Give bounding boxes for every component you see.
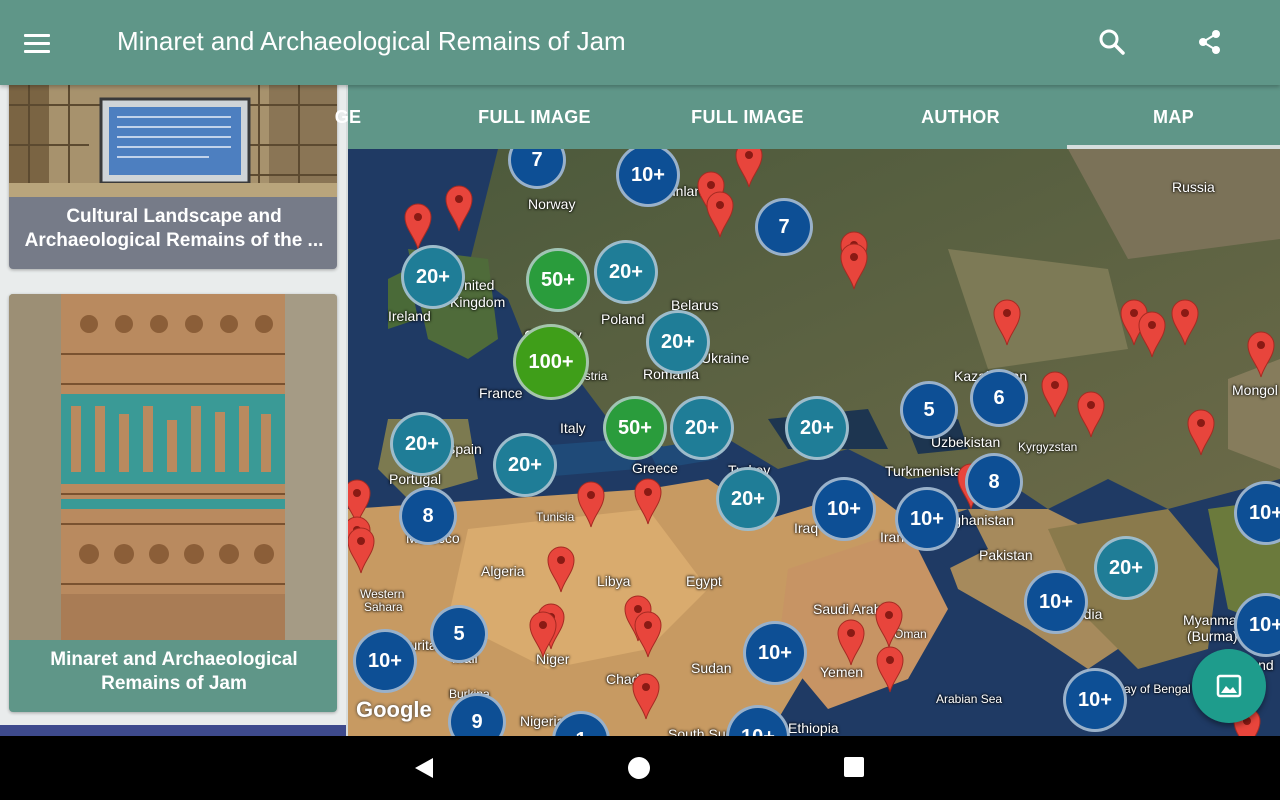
map-label: Algeria	[481, 563, 525, 579]
map-label: Bay of Bengal	[1116, 682, 1191, 696]
map-marker-pin[interactable]	[1076, 389, 1106, 439]
map-label: Kyrgyzstan	[1018, 440, 1078, 454]
map-label: Ireland	[388, 308, 431, 324]
home-circle-icon[interactable]	[627, 756, 651, 780]
map-label: Sahara	[364, 600, 403, 614]
map-cluster[interactable]: 10+	[812, 477, 876, 541]
map-cluster[interactable]: 20+	[716, 467, 780, 531]
map-label: (Burma)	[1187, 628, 1238, 644]
list-bottom-bar	[0, 725, 346, 736]
map-cluster[interactable]: 7	[755, 198, 813, 256]
map-cluster[interactable]: 100+	[513, 324, 589, 400]
map-label: Ethiopia	[788, 720, 839, 736]
map-view[interactable]: Norway Russia United Kingdom Ireland Bel…	[348, 149, 1280, 736]
recents-square-icon[interactable]	[844, 757, 864, 777]
tab-bar: GE FULL IMAGE FULL IMAGE AUTHOR MAP	[335, 85, 1280, 149]
map-cluster[interactable]: 20+	[401, 245, 465, 309]
map-marker-pin[interactable]	[444, 183, 474, 233]
app-window: Minaret and Archaeological Remains of Ja…	[0, 0, 1280, 736]
map-cluster[interactable]: 10+	[1063, 668, 1127, 732]
map-cluster[interactable]: 8	[965, 453, 1023, 511]
map-marker-pin[interactable]	[705, 189, 735, 239]
map-marker-pin[interactable]	[348, 525, 376, 575]
map-cluster[interactable]: 8	[399, 487, 457, 545]
map-label: Pakistan	[979, 547, 1033, 563]
map-cluster[interactable]: 20+	[785, 396, 849, 460]
map-marker-pin[interactable]	[546, 544, 576, 594]
map-cluster[interactable]: 10+	[353, 629, 417, 693]
map-label: Western	[360, 587, 405, 601]
map-label: Italy	[560, 420, 586, 436]
map-label: Libya	[597, 573, 631, 589]
map-cluster[interactable]: 5	[430, 605, 488, 663]
map-marker-pin[interactable]	[839, 241, 869, 291]
map-marker-pin[interactable]	[1040, 369, 1070, 419]
list-item[interactable]: Minaret and Archaeological Remains of Ja…	[9, 294, 337, 712]
map-marker-pin[interactable]	[1186, 407, 1216, 457]
map-cluster[interactable]: 50+	[526, 248, 590, 312]
site-thumbnail	[9, 294, 337, 640]
map-label: Russia	[1172, 179, 1215, 195]
map-cluster[interactable]: 20+	[646, 310, 710, 374]
map-cluster[interactable]: 6	[970, 369, 1028, 427]
map-marker-pin[interactable]	[874, 599, 904, 649]
tab-image[interactable]: GE	[318, 85, 378, 149]
map-label: France	[479, 385, 523, 401]
system-nav-bar	[0, 736, 1280, 800]
map-marker-pin[interactable]	[1246, 329, 1276, 379]
map-marker-pin[interactable]	[1137, 309, 1167, 359]
app-bar: Minaret and Archaeological Remains of Ja…	[0, 0, 1280, 85]
google-attribution-logo: Google	[356, 697, 432, 722]
card-caption: Cultural Landscape and Archaeological Re…	[24, 206, 324, 251]
site-list: Cultural Landscape and Archaeological Re…	[0, 85, 346, 736]
map-label: Egypt	[686, 573, 722, 589]
tab-map[interactable]: MAP	[1067, 85, 1280, 149]
map-label: Norway	[528, 196, 576, 212]
map-label: Myanmar	[1183, 612, 1242, 628]
map-label: Sudan	[691, 660, 732, 676]
map-label: Arabian Sea	[936, 692, 1003, 706]
map-cluster[interactable]: 10+	[743, 621, 807, 685]
site-thumbnail	[9, 85, 337, 197]
map-marker-pin[interactable]	[836, 617, 866, 667]
map-cluster[interactable]: 20+	[594, 240, 658, 304]
map-marker-pin[interactable]	[528, 609, 558, 659]
map-marker-pin[interactable]	[1170, 297, 1200, 347]
map-cluster[interactable]: 20+	[493, 433, 557, 497]
map-marker-pin[interactable]	[633, 609, 663, 659]
tab-full-image-1[interactable]: FULL IMAGE	[428, 85, 641, 149]
map-cluster[interactable]: 50+	[603, 396, 667, 460]
map-cluster[interactable]: 10+	[1024, 570, 1088, 634]
image-fab-button[interactable]	[1192, 649, 1266, 723]
map-label: Uzbekistan	[931, 434, 1001, 450]
map-marker-pin[interactable]	[631, 671, 661, 721]
map-marker-pin[interactable]	[576, 479, 606, 529]
list-item[interactable]: Cultural Landscape and Archaeological Re…	[9, 85, 337, 269]
map-cluster[interactable]: 20+	[390, 412, 454, 476]
map-cluster[interactable]: 20+	[670, 396, 734, 460]
map-label: Mongol	[1232, 382, 1278, 398]
hamburger-menu-icon[interactable]	[24, 24, 74, 62]
map-marker-pin[interactable]	[403, 201, 433, 251]
image-icon	[1216, 674, 1242, 698]
card-caption: Minaret and Archaeological Remains of Ja…	[50, 649, 298, 694]
page-title: Minaret and Archaeological Remains of Ja…	[117, 26, 626, 56]
search-icon[interactable]	[1096, 26, 1128, 58]
share-icon[interactable]	[1194, 26, 1226, 58]
map-marker-pin[interactable]	[633, 476, 663, 526]
map-label: Tunisia	[536, 510, 575, 524]
map-cluster[interactable]: 10+	[895, 487, 959, 551]
map-marker-pin[interactable]	[734, 149, 764, 189]
tab-author[interactable]: AUTHOR	[854, 85, 1067, 149]
map-marker-pin[interactable]	[992, 297, 1022, 347]
back-triangle-icon[interactable]	[413, 756, 435, 780]
map-label: Poland	[601, 311, 645, 327]
map-cluster[interactable]: 20+	[1094, 536, 1158, 600]
map-cluster[interactable]: 5	[900, 381, 958, 439]
map-label: Greece	[632, 460, 678, 476]
tab-full-image-2[interactable]: FULL IMAGE	[641, 85, 854, 149]
map-marker-pin[interactable]	[875, 644, 905, 694]
